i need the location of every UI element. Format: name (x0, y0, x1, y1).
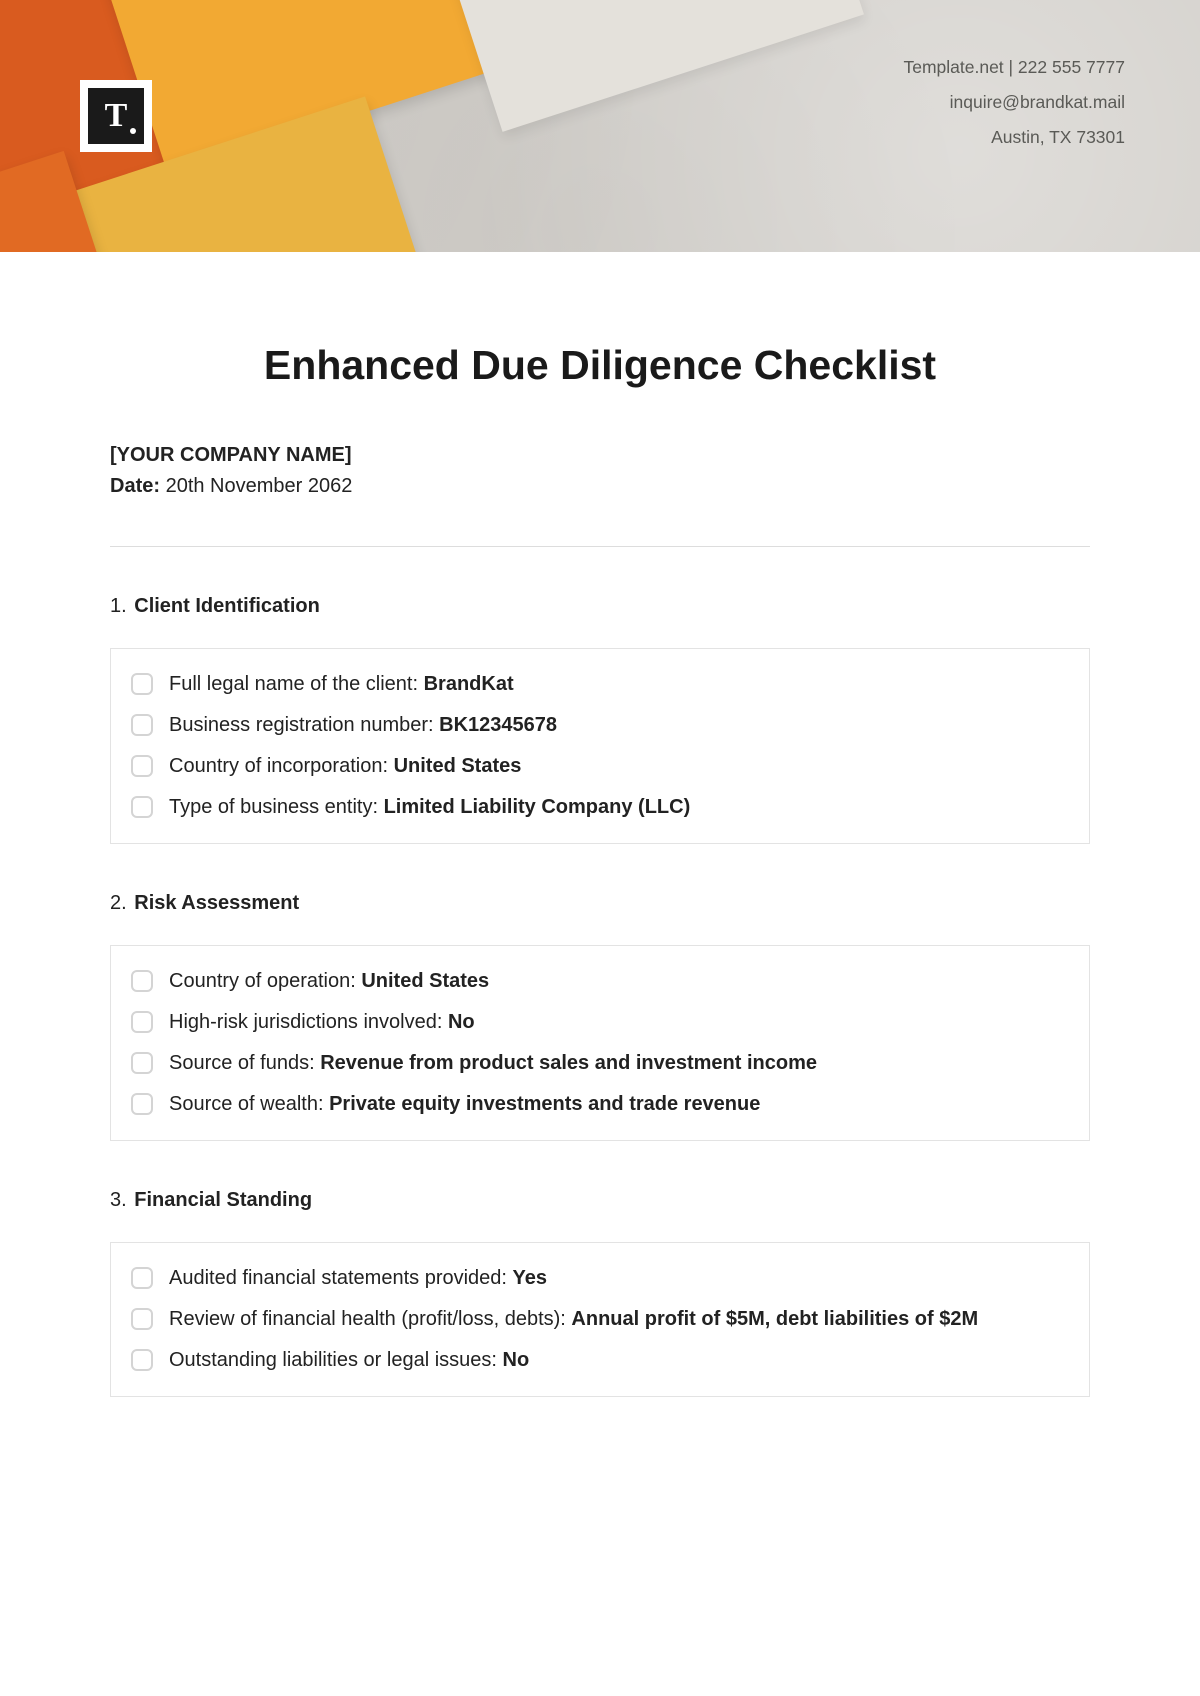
page-title: Enhanced Due Diligence Checklist (110, 342, 1090, 389)
company-name-text: [YOUR COMPANY NAME] (110, 444, 351, 466)
check-label: Type of business entity: (169, 796, 384, 818)
contact-line: inquire@brandkat.mail (903, 85, 1125, 120)
contact-block: Template.net | 222 555 7777 inquire@bran… (903, 50, 1125, 155)
check-text: Business registration number: BK12345678 (169, 710, 1069, 741)
document-content: Enhanced Due Diligence Checklist [YOUR C… (0, 252, 1200, 1397)
check-label: Source of wealth: (169, 1093, 329, 1115)
list-item: Country of operation: United States (131, 966, 1069, 997)
check-text: Country of operation: United States (169, 966, 1069, 997)
list-item: High-risk jurisdictions involved: No (131, 1007, 1069, 1038)
check-value: BrandKat (424, 673, 514, 695)
check-label: Outstanding liabilities or legal issues: (169, 1349, 503, 1371)
checkbox-icon[interactable] (131, 1308, 153, 1330)
check-label: Country of operation: (169, 970, 361, 992)
contact-line: Austin, TX 73301 (903, 120, 1125, 155)
checkbox-icon[interactable] (131, 1093, 153, 1115)
check-text: Audited financial statements provided: Y… (169, 1263, 1069, 1294)
check-value: No (503, 1349, 530, 1371)
checkbox-icon[interactable] (131, 1349, 153, 1371)
section-number: 2. (110, 892, 127, 914)
checklist-box: Audited financial statements provided: Y… (110, 1242, 1090, 1397)
list-item: Outstanding liabilities or legal issues:… (131, 1345, 1069, 1376)
section-name: Risk Assessment (134, 892, 299, 914)
checkbox-icon[interactable] (131, 1011, 153, 1033)
check-label: Source of funds: (169, 1052, 320, 1074)
logo: T (80, 80, 152, 152)
divider (110, 546, 1090, 547)
check-value: Private equity investments and trade rev… (329, 1093, 760, 1115)
checkbox-icon[interactable] (131, 1052, 153, 1074)
list-item: Review of financial health (profit/loss,… (131, 1304, 1069, 1335)
check-value: No (448, 1011, 475, 1033)
check-label: High-risk jurisdictions involved: (169, 1011, 448, 1033)
check-value: Revenue from product sales and investmen… (320, 1052, 817, 1074)
check-value: Limited Liability Company (LLC) (384, 796, 691, 818)
check-label: Audited financial statements provided: (169, 1267, 513, 1289)
check-text: Outstanding liabilities or legal issues:… (169, 1345, 1069, 1376)
list-item: Audited financial statements provided: Y… (131, 1263, 1069, 1294)
date-value: 20th November 2062 (166, 475, 353, 497)
date-label: Date: (110, 475, 160, 497)
check-label: Review of financial health (profit/loss,… (169, 1308, 571, 1330)
section-heading: 2. Risk Assessment (110, 892, 1090, 915)
section-number: 1. (110, 595, 127, 617)
list-item: Country of incorporation: United States (131, 751, 1069, 782)
section-number: 3. (110, 1189, 127, 1211)
date-line: Date: 20th November 2062 (110, 475, 1090, 498)
list-item: Type of business entity: Limited Liabili… (131, 792, 1069, 823)
check-text: Country of incorporation: United States (169, 751, 1069, 782)
checkbox-icon[interactable] (131, 970, 153, 992)
check-value: United States (361, 970, 489, 992)
check-value: Annual profit of $5M, debt liabilities o… (571, 1308, 978, 1330)
checklist-box: Country of operation: United States High-… (110, 945, 1090, 1141)
check-label: Business registration number: (169, 714, 439, 736)
company-name: [YOUR COMPANY NAME] (110, 444, 1090, 467)
check-text: Source of wealth: Private equity investm… (169, 1089, 1069, 1120)
checklist-box: Full legal name of the client: BrandKatB… (110, 648, 1090, 844)
list-item: Full legal name of the client: BrandKat (131, 669, 1069, 700)
check-text: Review of financial health (profit/loss,… (169, 1304, 1069, 1335)
list-item: Source of funds: Revenue from product sa… (131, 1048, 1069, 1079)
checkbox-icon[interactable] (131, 1267, 153, 1289)
section-heading: 3. Financial Standing (110, 1189, 1090, 1212)
header-banner: T Template.net | 222 555 7777 inquire@br… (0, 0, 1200, 252)
check-text: Source of funds: Revenue from product sa… (169, 1048, 1069, 1079)
section-name: Financial Standing (134, 1189, 312, 1211)
check-value: United States (394, 755, 522, 777)
check-label: Country of incorporation: (169, 755, 394, 777)
logo-letter: T (105, 99, 128, 133)
checkbox-icon[interactable] (131, 796, 153, 818)
check-value: Yes (513, 1267, 547, 1289)
contact-line: Template.net | 222 555 7777 (903, 50, 1125, 85)
decor-shape (416, 0, 864, 132)
check-text: Type of business entity: Limited Liabili… (169, 792, 1069, 823)
check-value: BK12345678 (439, 714, 557, 736)
section-heading: 1. Client Identification (110, 595, 1090, 618)
logo-inner: T (88, 88, 144, 144)
check-text: High-risk jurisdictions involved: No (169, 1007, 1069, 1038)
list-item: Business registration number: BK12345678 (131, 710, 1069, 741)
check-text: Full legal name of the client: BrandKat (169, 669, 1069, 700)
section-name: Client Identification (134, 595, 320, 617)
check-label: Full legal name of the client: (169, 673, 424, 695)
checkbox-icon[interactable] (131, 755, 153, 777)
logo-dot-icon (130, 128, 136, 134)
list-item: Source of wealth: Private equity investm… (131, 1089, 1069, 1120)
checkbox-icon[interactable] (131, 714, 153, 736)
checkbox-icon[interactable] (131, 673, 153, 695)
